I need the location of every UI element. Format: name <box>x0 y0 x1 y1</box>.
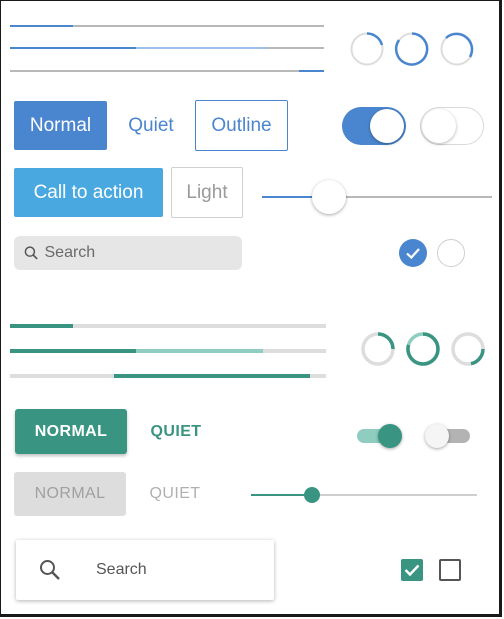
md-normal-button-disabled: NORMAL <box>14 472 126 516</box>
search-input[interactable] <box>44 236 242 270</box>
md-normal-button[interactable]: NORMAL <box>15 409 127 454</box>
toggle-knob <box>422 109 456 143</box>
blue-spinner-3 <box>440 32 474 66</box>
teal-search-field[interactable] <box>16 540 276 600</box>
teal-spinner-3 <box>451 332 485 366</box>
blue-checkbox-unchecked[interactable] <box>437 239 465 267</box>
teal-checkbox-checked[interactable] <box>401 559 423 581</box>
blue-checkbox-checked[interactable] <box>399 239 427 267</box>
search-input[interactable] <box>96 540 276 600</box>
blue-spinner-1 <box>350 32 384 66</box>
blue-spinner-2 <box>394 32 429 66</box>
search-icon <box>40 560 60 580</box>
search-icon <box>24 246 38 260</box>
check-icon <box>404 564 420 577</box>
teal-spinner-1 <box>361 332 395 366</box>
md-quiet-button[interactable]: QUIET <box>138 409 214 454</box>
blue-toggle-on[interactable] <box>342 107 406 145</box>
window-frame <box>0 0 502 617</box>
md-quiet-button-disabled: QUIET <box>149 485 201 502</box>
light-button[interactable]: Light <box>171 167 243 218</box>
slider-thumb[interactable] <box>304 487 321 503</box>
normal-button[interactable]: Normal <box>14 101 107 150</box>
slider-thumb[interactable] <box>311 180 346 214</box>
blue-toggle-off[interactable] <box>420 107 484 145</box>
call-to-action-button[interactable]: Call to action <box>14 168 163 217</box>
toggle-knob <box>370 109 404 143</box>
teal-checkbox-unchecked[interactable] <box>439 559 461 581</box>
switch-knob <box>425 424 449 448</box>
teal-spinner-2 <box>406 332 440 366</box>
quiet-button[interactable]: Quiet <box>118 101 184 150</box>
blue-search-field[interactable] <box>14 236 242 270</box>
check-icon <box>406 248 420 260</box>
outline-button[interactable]: Outline <box>195 100 288 151</box>
switch-knob <box>378 424 402 448</box>
